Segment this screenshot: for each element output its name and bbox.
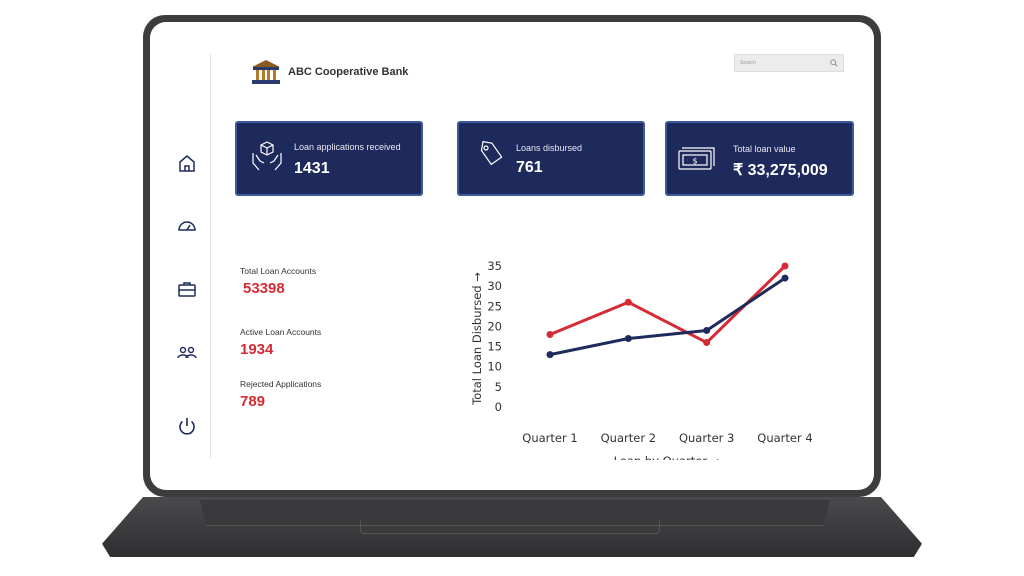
series-point-1 xyxy=(781,274,789,282)
kpi-value: 761 xyxy=(516,159,543,176)
stat-label-total-accounts: Total Loan Accounts xyxy=(240,266,317,276)
search-input[interactable] xyxy=(740,60,828,66)
users-icon[interactable] xyxy=(176,341,198,363)
stat-value-total-accounts: 53398 xyxy=(243,280,285,297)
x-axis-label: Loan by Quarter → xyxy=(614,454,721,460)
tag-icon xyxy=(475,139,505,171)
stat-label-active-accounts: Active Loan Accounts xyxy=(240,327,322,337)
x-tick-label: Quarter 3 xyxy=(679,431,734,445)
briefcase-icon[interactable] xyxy=(176,278,198,300)
kpi-card-applications[interactable]: Loan applications received 1431 xyxy=(235,121,423,196)
sidebar-divider xyxy=(210,54,211,458)
kpi-value: ₹ 33,275,009 xyxy=(733,162,828,179)
dashboard-screen: ABC Cooperative Bank Loan applications r… xyxy=(150,22,874,490)
y-tick-label: 5 xyxy=(495,380,502,394)
kpi-label: Loans disbursed xyxy=(516,143,583,153)
y-tick-label: 35 xyxy=(487,259,502,273)
search-icon[interactable] xyxy=(830,59,838,67)
series-point-0 xyxy=(546,330,554,338)
kpi-label: Loan applications received xyxy=(294,142,401,152)
y-tick-label: 10 xyxy=(487,360,502,374)
y-tick-label: 25 xyxy=(487,299,502,313)
series-line-0 xyxy=(549,264,787,345)
brand-name: ABC Cooperative Bank xyxy=(288,66,409,78)
power-icon[interactable] xyxy=(176,415,198,437)
series-point-1 xyxy=(703,326,711,334)
series-point-1 xyxy=(624,335,632,343)
stat-label-rejected: Rejected Applications xyxy=(240,379,322,389)
y-tick-label: 0 xyxy=(495,400,502,414)
x-tick-label: Quarter 1 xyxy=(522,431,577,445)
dashboard-gauge-icon[interactable] xyxy=(176,215,198,237)
y-axis-label: Total Loan Disbursed → xyxy=(470,272,484,406)
series-point-0 xyxy=(781,262,789,270)
brand: ABC Cooperative Bank xyxy=(250,58,408,86)
hands-box-icon xyxy=(251,139,283,173)
series-point-0 xyxy=(624,298,632,306)
home-icon[interactable] xyxy=(176,152,198,174)
series-line-1 xyxy=(549,276,786,357)
stat-value-rejected: 789 xyxy=(240,393,266,410)
cash-icon: $ xyxy=(677,145,717,173)
svg-text:$: $ xyxy=(692,157,697,166)
x-tick-label: Quarter 2 xyxy=(601,431,656,445)
x-tick-label: Quarter 4 xyxy=(757,431,812,445)
bank-logo-icon xyxy=(250,58,282,86)
y-tick-label: 15 xyxy=(487,340,502,354)
loan-line-chart: 0 5 10 15 20 25 30 35 Quarter 1 Quarter 2 Quarter … xyxy=(470,259,813,460)
stat-value-active-accounts: 1934 xyxy=(240,341,274,358)
y-tick-label: 30 xyxy=(487,279,502,293)
series-point-1 xyxy=(546,351,554,359)
laptop-trackpad xyxy=(360,520,660,534)
kpi-card-disbursed[interactable]: Loans disbursed 761 xyxy=(457,121,645,196)
kpi-label: Total loan value xyxy=(733,144,796,154)
kpi-value: 1431 xyxy=(294,160,330,177)
kpi-card-total-value[interactable]: $ Total loan value ₹ 33,275,009 xyxy=(665,121,854,196)
y-tick-label: 20 xyxy=(487,319,502,333)
series-point-0 xyxy=(703,339,711,347)
search-box[interactable] xyxy=(734,54,844,72)
